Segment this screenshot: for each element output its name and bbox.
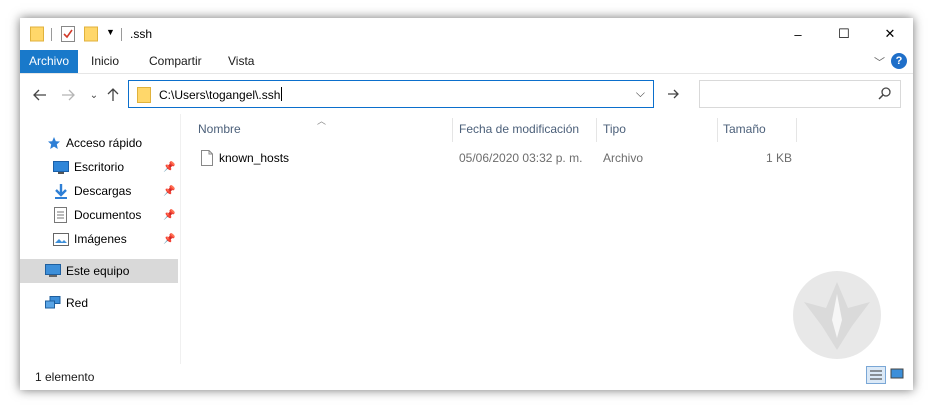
maximize-button[interactable]: ☐: [821, 18, 867, 50]
column-separator[interactable]: [596, 118, 597, 142]
forward-arrow-icon[interactable]: [57, 84, 79, 106]
minimize-button[interactable]: –: [775, 18, 821, 50]
download-icon: [53, 183, 69, 199]
tab-inicio[interactable]: Inicio: [82, 50, 128, 73]
column-header-modified[interactable]: Fecha de modificación: [459, 114, 579, 144]
column-header-name[interactable]: Nombre: [198, 114, 241, 144]
pane-divider[interactable]: [180, 114, 181, 364]
file-type: Archivo: [603, 151, 644, 165]
address-history-chevron-icon[interactable]: ⌵: [636, 86, 645, 101]
pictures-icon: [53, 232, 69, 246]
tab-vista[interactable]: Vista: [219, 50, 263, 73]
navigation-pane: Acceso rápido Escritorio 📌 Descargas 📌 D…: [20, 114, 180, 364]
folder-icon: [137, 87, 151, 106]
close-button[interactable]: ✕: [867, 18, 913, 50]
help-icon[interactable]: ?: [891, 53, 907, 69]
sidebar-item-label: Documentos: [74, 208, 142, 222]
sort-ascending-icon: ︿: [317, 116, 327, 126]
sidebar-item-descargas[interactable]: Descargas 📌: [20, 179, 178, 203]
customize-toolbar-chevron-icon[interactable]: ▼: [106, 27, 115, 43]
pin-icon[interactable]: 📌: [163, 162, 175, 173]
tab-archivo[interactable]: Archivo: [20, 50, 79, 73]
properties-icon[interactable]: [61, 26, 75, 42]
sidebar-item-label: Descargas: [74, 184, 132, 198]
expand-ribbon-chevron-icon[interactable]: ﹀: [874, 54, 885, 70]
sidebar-item-quick-access[interactable]: Acceso rápido: [20, 131, 178, 155]
status-item-count: 1 elemento: [35, 370, 95, 384]
column-header-size[interactable]: Tamaño: [723, 114, 766, 144]
file-modified: 05/06/2020 03:32 p. m.: [459, 151, 583, 165]
toolbar-separator: [121, 28, 122, 41]
file-size: 1 KB: [766, 151, 793, 165]
text-caret: [281, 87, 283, 101]
address-input[interactable]: C:\Users\togangel\.ssh: [159, 87, 283, 102]
back-arrow-icon[interactable]: [29, 84, 51, 106]
title-bar: ▼ .ssh – ☐ ✕: [20, 18, 913, 50]
star-icon: [47, 136, 61, 150]
search-input[interactable]: [699, 80, 901, 108]
column-separator[interactable]: [452, 118, 453, 142]
sidebar-item-label: Este equipo: [66, 264, 130, 278]
details-view-icon[interactable]: [866, 366, 886, 384]
sidebar-item-documentos[interactable]: Documentos 📌: [20, 203, 178, 227]
sidebar-item-label: Escritorio: [74, 160, 125, 174]
file-icon: [201, 150, 213, 169]
sidebar-item-escritorio[interactable]: Escritorio 📌: [20, 155, 178, 179]
toolbar-separator: [51, 28, 52, 41]
column-separator[interactable]: [796, 118, 797, 142]
new-folder-icon[interactable]: [84, 26, 98, 42]
tab-compartir[interactable]: Compartir: [140, 50, 211, 73]
pin-icon[interactable]: 📌: [163, 186, 175, 197]
sidebar-item-label: Red: [66, 296, 89, 310]
network-icon: [45, 296, 61, 310]
pin-icon[interactable]: 📌: [163, 210, 175, 221]
column-separator[interactable]: [717, 118, 718, 142]
sidebar-item-este-equipo[interactable]: Este equipo: [20, 259, 178, 283]
column-header-type[interactable]: Tipo: [603, 114, 626, 144]
sidebar-item-red[interactable]: Red: [20, 291, 178, 315]
address-bar[interactable]: C:\Users\togangel\.ssh ⌵: [128, 80, 654, 108]
computer-icon: [45, 264, 61, 278]
sidebar-item-label: Imágenes: [74, 232, 127, 246]
refresh-go-arrow-icon[interactable]: [662, 83, 684, 105]
desktop-icon: [53, 160, 69, 174]
large-icons-view-icon[interactable]: [888, 366, 908, 384]
search-icon[interactable]: [878, 86, 892, 103]
file-row[interactable]: known_hosts 05/06/2020 03:32 p. m. Archi…: [196, 147, 801, 169]
ribbon-tabs: Archivo Inicio Compartir Vista ﹀ ?: [20, 50, 913, 74]
pin-icon[interactable]: 📌: [163, 234, 175, 245]
documents-icon: [54, 207, 67, 223]
file-name: known_hosts: [219, 151, 290, 165]
window-title: .ssh: [130, 27, 153, 41]
sidebar-item-label: Acceso rápido: [66, 136, 143, 150]
sidebar-item-imagenes[interactable]: Imágenes 📌: [20, 227, 178, 251]
folder-icon: [30, 26, 44, 42]
watermark-logo: [790, 268, 884, 362]
file-explorer-window: ▼ .ssh – ☐ ✕ Archivo Inicio Compartir Vi…: [20, 18, 913, 390]
up-arrow-icon[interactable]: [102, 84, 124, 106]
